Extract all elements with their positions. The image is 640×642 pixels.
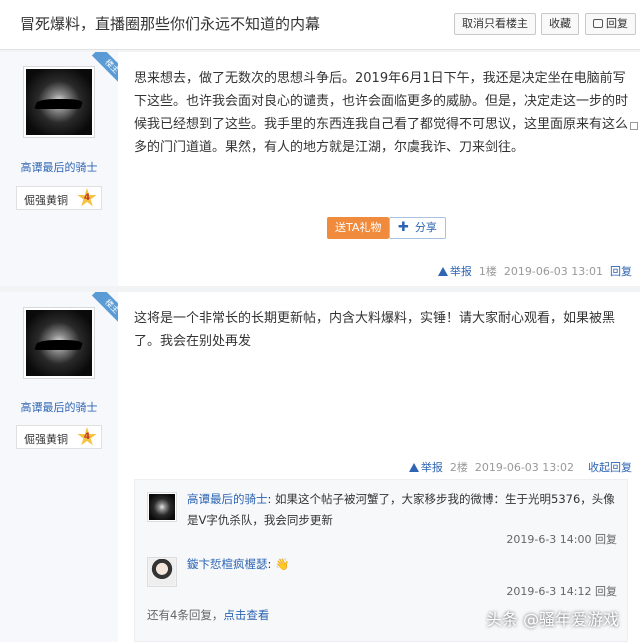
report-link[interactable]: 举报: [437, 265, 472, 278]
level-name: 倔强黄铜: [24, 194, 68, 207]
sub-reply-author[interactable]: 鏇卞悊楦疯楃瑟: [187, 557, 268, 571]
sub-reply-author[interactable]: 高谭最后的骑士: [187, 492, 268, 506]
post-tool-icon[interactable]: [630, 122, 638, 130]
sub-reply-text: 高谭最后的骑士: 如果这个帖子被河蟹了，大家移步我的微博：生于光明5376，头像…: [187, 492, 615, 527]
favorite-button[interactable]: 收藏: [541, 13, 579, 35]
user-level: 倔强黄铜 4: [16, 425, 102, 449]
post-time: 2019-06-03 13:01: [503, 265, 603, 278]
cancel-only-op-button[interactable]: 取消只看楼主: [454, 13, 536, 35]
post-content: 思来想去，做了无数次的思想斗争后。2019年6月1日下午，我还是决定坐在电脑前写…: [134, 71, 629, 155]
author-sidebar: 楼主 高谭最后的骑士 倔强黄铜 4: [0, 292, 118, 642]
floor-number: 2楼: [449, 461, 468, 474]
send-gift-button[interactable]: 送TA礼物: [327, 217, 390, 239]
sub-reply-meta: 2019-6-3 14:12 回复: [506, 583, 617, 599]
avatar[interactable]: [23, 307, 95, 379]
report-link[interactable]: 举报: [408, 461, 443, 474]
sub-reply-reply-link[interactable]: 回复: [595, 533, 617, 546]
reply-button-label: 回复: [606, 17, 628, 30]
collapse-replies-link[interactable]: 收起回复: [588, 461, 632, 474]
share-button[interactable]: ✚ 分享: [389, 217, 446, 239]
sub-reply-time: 2019-6-3 14:00: [506, 533, 592, 546]
author-name[interactable]: 高谭最后的骑士: [0, 399, 118, 415]
author-name[interactable]: 高谭最后的骑士: [0, 159, 118, 175]
post-content: 这将是一个非常长的长期更新帖，内含大料爆料，实锤！请大家耐心观看，如果被黑了。我…: [134, 311, 616, 349]
view-more-replies-link[interactable]: 点击查看: [223, 608, 269, 622]
floor-number: 1楼: [478, 265, 497, 278]
girl-avatar-image: [149, 559, 175, 585]
sub-reply-time: 2019-6-3 14:12: [506, 585, 592, 598]
thread-title: 冒死爆料，直播圈那些你们永远不知道的内幕: [20, 15, 321, 33]
post-reply-link[interactable]: 回复: [610, 265, 632, 278]
wave-emoji: 👋: [275, 557, 290, 571]
level-star-icon: 4: [77, 427, 97, 446]
post-floor-1: 楼主 高谭最后的骑士 倔强黄铜 4 思来想去，做了无数次的思想斗争后。2019年…: [0, 52, 640, 286]
avatar[interactable]: [23, 66, 95, 138]
comment-icon: [593, 19, 603, 28]
level-star-icon: 4: [77, 188, 97, 207]
plus-icon: ✚: [398, 220, 409, 235]
sub-reply-meta: 2019-6-3 14:00 回复: [506, 531, 617, 547]
warning-icon: [437, 267, 448, 276]
sub-reply-text: 鏇卞悊楦疯楃瑟: 👋: [187, 557, 290, 571]
level-name: 倔强黄铜: [24, 433, 68, 446]
share-label: 分享: [414, 221, 437, 234]
post-floor-2: 楼主 高谭最后的骑士 倔强黄铜 4 这将是一个非常长的长期更新帖，内含大料爆料，…: [0, 292, 640, 642]
thread-header: 冒死爆料，直播圈那些你们永远不知道的内幕 取消只看楼主 收藏 回复: [0, 0, 640, 50]
batman-avatar-image: [26, 69, 92, 135]
post-time: 2019-06-03 13:02: [474, 461, 574, 474]
sub-reply-reply-link[interactable]: 回复: [595, 585, 617, 598]
avatar[interactable]: [147, 492, 177, 522]
watermark: 头条 @骚年爱游戏: [486, 610, 620, 629]
batman-avatar-image: [26, 310, 92, 376]
post-meta: 举报 2楼 2019-06-03 13:02 收起回复: [408, 459, 632, 475]
avatar[interactable]: [147, 557, 177, 587]
author-sidebar: 楼主 高谭最后的骑士 倔强黄铜 4: [0, 52, 118, 286]
user-level: 倔强黄铜 4: [16, 186, 102, 210]
warning-icon: [408, 463, 419, 472]
reply-button[interactable]: 回复: [585, 13, 636, 35]
post-meta: 举报 1楼 2019-06-03 13:01 回复: [437, 263, 632, 279]
batman-avatar-image: [149, 494, 175, 520]
